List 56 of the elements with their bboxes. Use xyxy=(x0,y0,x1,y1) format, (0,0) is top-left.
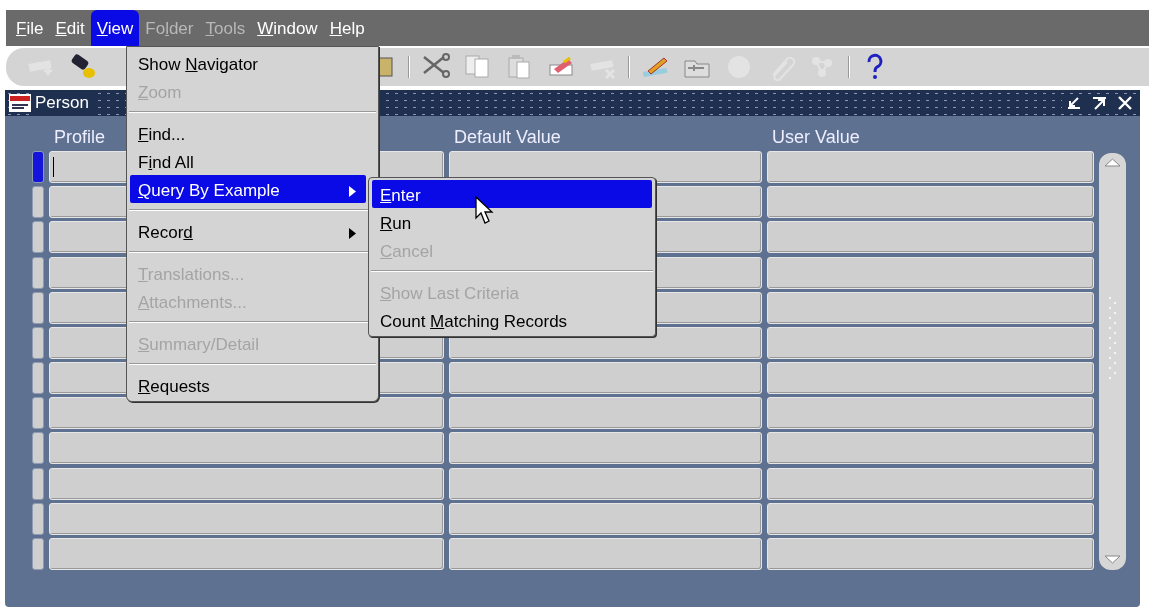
input-field[interactable] xyxy=(767,467,1094,500)
input-field[interactable] xyxy=(767,537,1094,570)
input-field[interactable] xyxy=(767,186,1094,219)
row-selector[interactable] xyxy=(32,151,44,184)
input-field[interactable] xyxy=(49,432,444,465)
column-header: Default Value xyxy=(454,127,561,147)
input-field[interactable] xyxy=(767,502,1094,535)
input-field[interactable] xyxy=(767,151,1094,184)
input-field[interactable] xyxy=(449,362,762,395)
scrollbar[interactable] xyxy=(1099,153,1126,570)
input-field[interactable] xyxy=(449,467,762,500)
menu-item[interactable]: Record xyxy=(127,217,366,245)
row-selector[interactable] xyxy=(32,221,44,254)
row-selector[interactable] xyxy=(32,291,44,324)
input-field[interactable] xyxy=(49,467,444,500)
scroll-up-icon[interactable] xyxy=(1104,158,1121,167)
menu-item[interactable]: Help xyxy=(323,10,371,46)
input-field[interactable] xyxy=(767,256,1094,289)
row-selector[interactable] xyxy=(32,537,44,570)
row-selector[interactable] xyxy=(32,432,44,465)
menu-item[interactable]: Find All xyxy=(127,147,366,175)
row-selector[interactable] xyxy=(32,467,44,500)
row-selector[interactable] xyxy=(32,326,44,359)
menu-item[interactable]: Window xyxy=(251,10,324,46)
row-selector[interactable] xyxy=(32,502,44,535)
input-field[interactable] xyxy=(767,291,1094,324)
menu-item[interactable]: Show Navigator xyxy=(127,49,366,77)
window-title: Person xyxy=(35,90,92,116)
column-header: User Value xyxy=(772,127,860,147)
row-selector[interactable] xyxy=(32,397,44,430)
scroll-down-icon[interactable] xyxy=(1104,555,1121,564)
input-field[interactable] xyxy=(49,537,444,570)
menu-item[interactable]: Requests xyxy=(127,371,366,399)
menu-item[interactable]: Query By Example xyxy=(130,175,366,203)
app-logo-icon xyxy=(9,94,31,112)
column-header: Profile xyxy=(54,127,106,147)
input-field[interactable] xyxy=(49,502,444,535)
input-field[interactable] xyxy=(449,537,762,570)
input-field[interactable] xyxy=(767,221,1094,254)
row-selector[interactable] xyxy=(32,186,44,219)
input-field[interactable] xyxy=(767,326,1094,359)
menu-item[interactable]: Run xyxy=(369,208,655,236)
menu-item[interactable]: Enter xyxy=(372,180,652,208)
menu-item[interactable]: Count Matching Records xyxy=(369,306,655,334)
input-field[interactable] xyxy=(767,432,1094,465)
input-field[interactable] xyxy=(449,432,762,465)
input-field[interactable] xyxy=(767,362,1094,395)
input-field[interactable] xyxy=(449,397,762,430)
input-field[interactable] xyxy=(767,397,1094,430)
row-selector[interactable] xyxy=(32,256,44,289)
menu-item[interactable]: Find... xyxy=(127,119,366,147)
menu-item[interactable]: Edit xyxy=(49,10,91,46)
menu-item[interactable]: View xyxy=(90,10,140,46)
input-field[interactable] xyxy=(449,502,762,535)
row-selector[interactable] xyxy=(32,362,44,395)
menu-item[interactable]: File xyxy=(10,10,50,46)
